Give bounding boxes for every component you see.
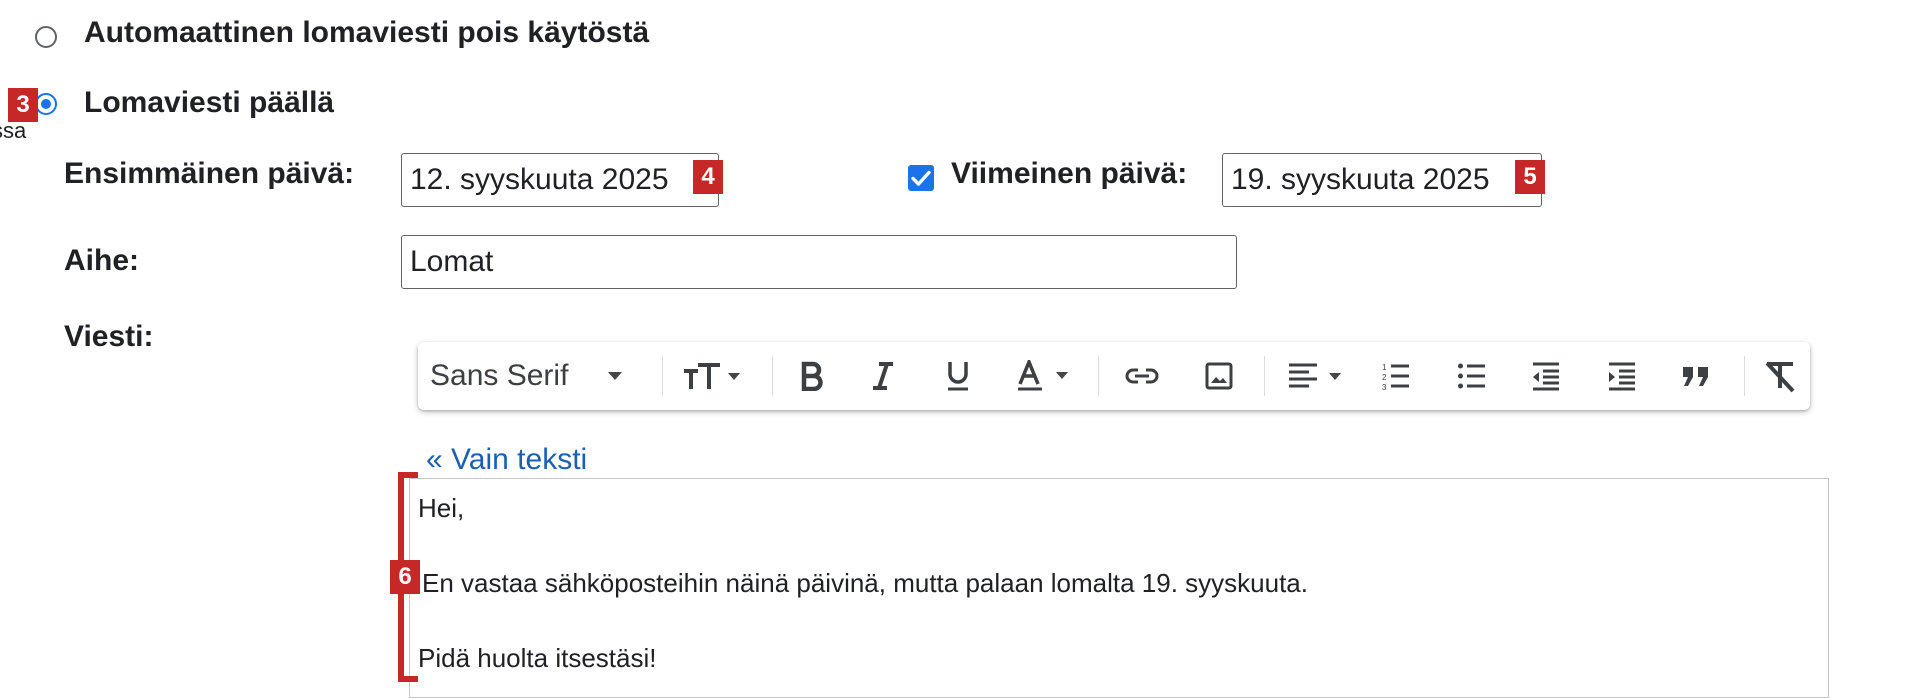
italic-button[interactable] [858,342,908,410]
message-label: Viesti: [64,320,154,353]
indent-less-button[interactable] [1518,342,1574,410]
svg-text:3: 3 [1382,383,1387,391]
radio-autoreply-off[interactable] [35,26,57,48]
first-day-input[interactable]: 12. syyskuuta 2025 [401,153,719,207]
plain-text-link[interactable]: « Vain teksti [426,443,587,477]
badge-4: 4 [693,160,723,194]
font-family-value: Sans Serif [430,359,569,392]
remove-formatting-button[interactable] [1752,342,1808,410]
formatting-toolbar: Sans Serif 1 2 3 [418,342,1810,410]
chevron-down-icon [608,372,623,380]
font-family-select[interactable]: Sans Serif [430,342,658,410]
message-line-2: En vastaa sähköposteihin näinä päivinä, … [422,568,1308,598]
cut-off-text: ssa [0,118,27,143]
text-color-button[interactable] [1008,342,1084,410]
svg-text:2: 2 [1382,373,1387,382]
toolbar-separator [1264,356,1265,396]
toolbar-separator [772,356,773,396]
autoreply-on-label[interactable]: Lomaviesti päällä [84,86,334,120]
message-line-3: Pidä huolta itsestäsi! [418,643,657,673]
text-size-icon [684,363,740,389]
checkmark-icon [911,170,931,186]
align-icon [1289,363,1341,388]
badge-5: 5 [1515,160,1545,194]
indent-less-icon [1533,362,1559,391]
subject-input[interactable]: Lomat [401,235,1237,289]
image-icon [1205,362,1233,390]
remove-formatting-icon [1765,361,1795,393]
subject-value: Lomat [410,245,494,278]
underline-button[interactable] [933,342,983,410]
message-editor[interactable]: Hei, En vastaa sähköposteihin näinä päiv… [409,478,1829,698]
numbered-list-icon: 1 2 3 [1382,363,1409,391]
message-line-1: Hei, [418,493,465,523]
autoreply-off-label[interactable]: Automaattinen lomaviesti pois käytöstä [84,16,649,50]
indent-more-icon [1609,362,1635,391]
last-day-value: 19. syyskuuta 2025 [1231,163,1490,196]
numbered-list-button[interactable]: 1 2 3 [1368,342,1424,410]
subject-label: Aihe: [64,244,139,277]
insert-link-button[interactable] [1114,342,1170,410]
underline-icon [948,362,968,391]
last-day-label: Viimeinen päivä: [951,157,1188,190]
bulleted-list-button[interactable] [1444,342,1500,410]
badge-6: 6 [390,560,420,594]
badge-3: 3 [8,88,38,122]
toolbar-separator [1744,356,1745,396]
last-day-input[interactable]: 19. syyskuuta 2025 [1222,153,1542,207]
bold-button[interactable] [788,342,838,410]
italic-icon [873,362,893,390]
first-day-value: 12. syyskuuta 2025 [410,163,669,196]
bold-icon [801,361,823,391]
insert-image-button[interactable] [1194,342,1244,410]
indent-more-button[interactable] [1594,342,1650,410]
first-day-label: Ensimmäinen päivä: [64,157,355,190]
last-day-checkbox[interactable] [908,165,934,191]
quote-button[interactable] [1668,342,1724,410]
quote-icon [1683,367,1708,386]
text-color-icon [1018,360,1068,391]
radio-autoreply-on[interactable] [35,93,57,115]
link-icon [1125,368,1159,384]
align-button[interactable] [1278,342,1358,410]
svg-text:1: 1 [1382,363,1387,372]
toolbar-separator [1098,356,1099,396]
bulleted-list-icon [1458,363,1485,389]
text-size-button[interactable] [674,342,750,410]
toolbar-separator [662,356,663,396]
